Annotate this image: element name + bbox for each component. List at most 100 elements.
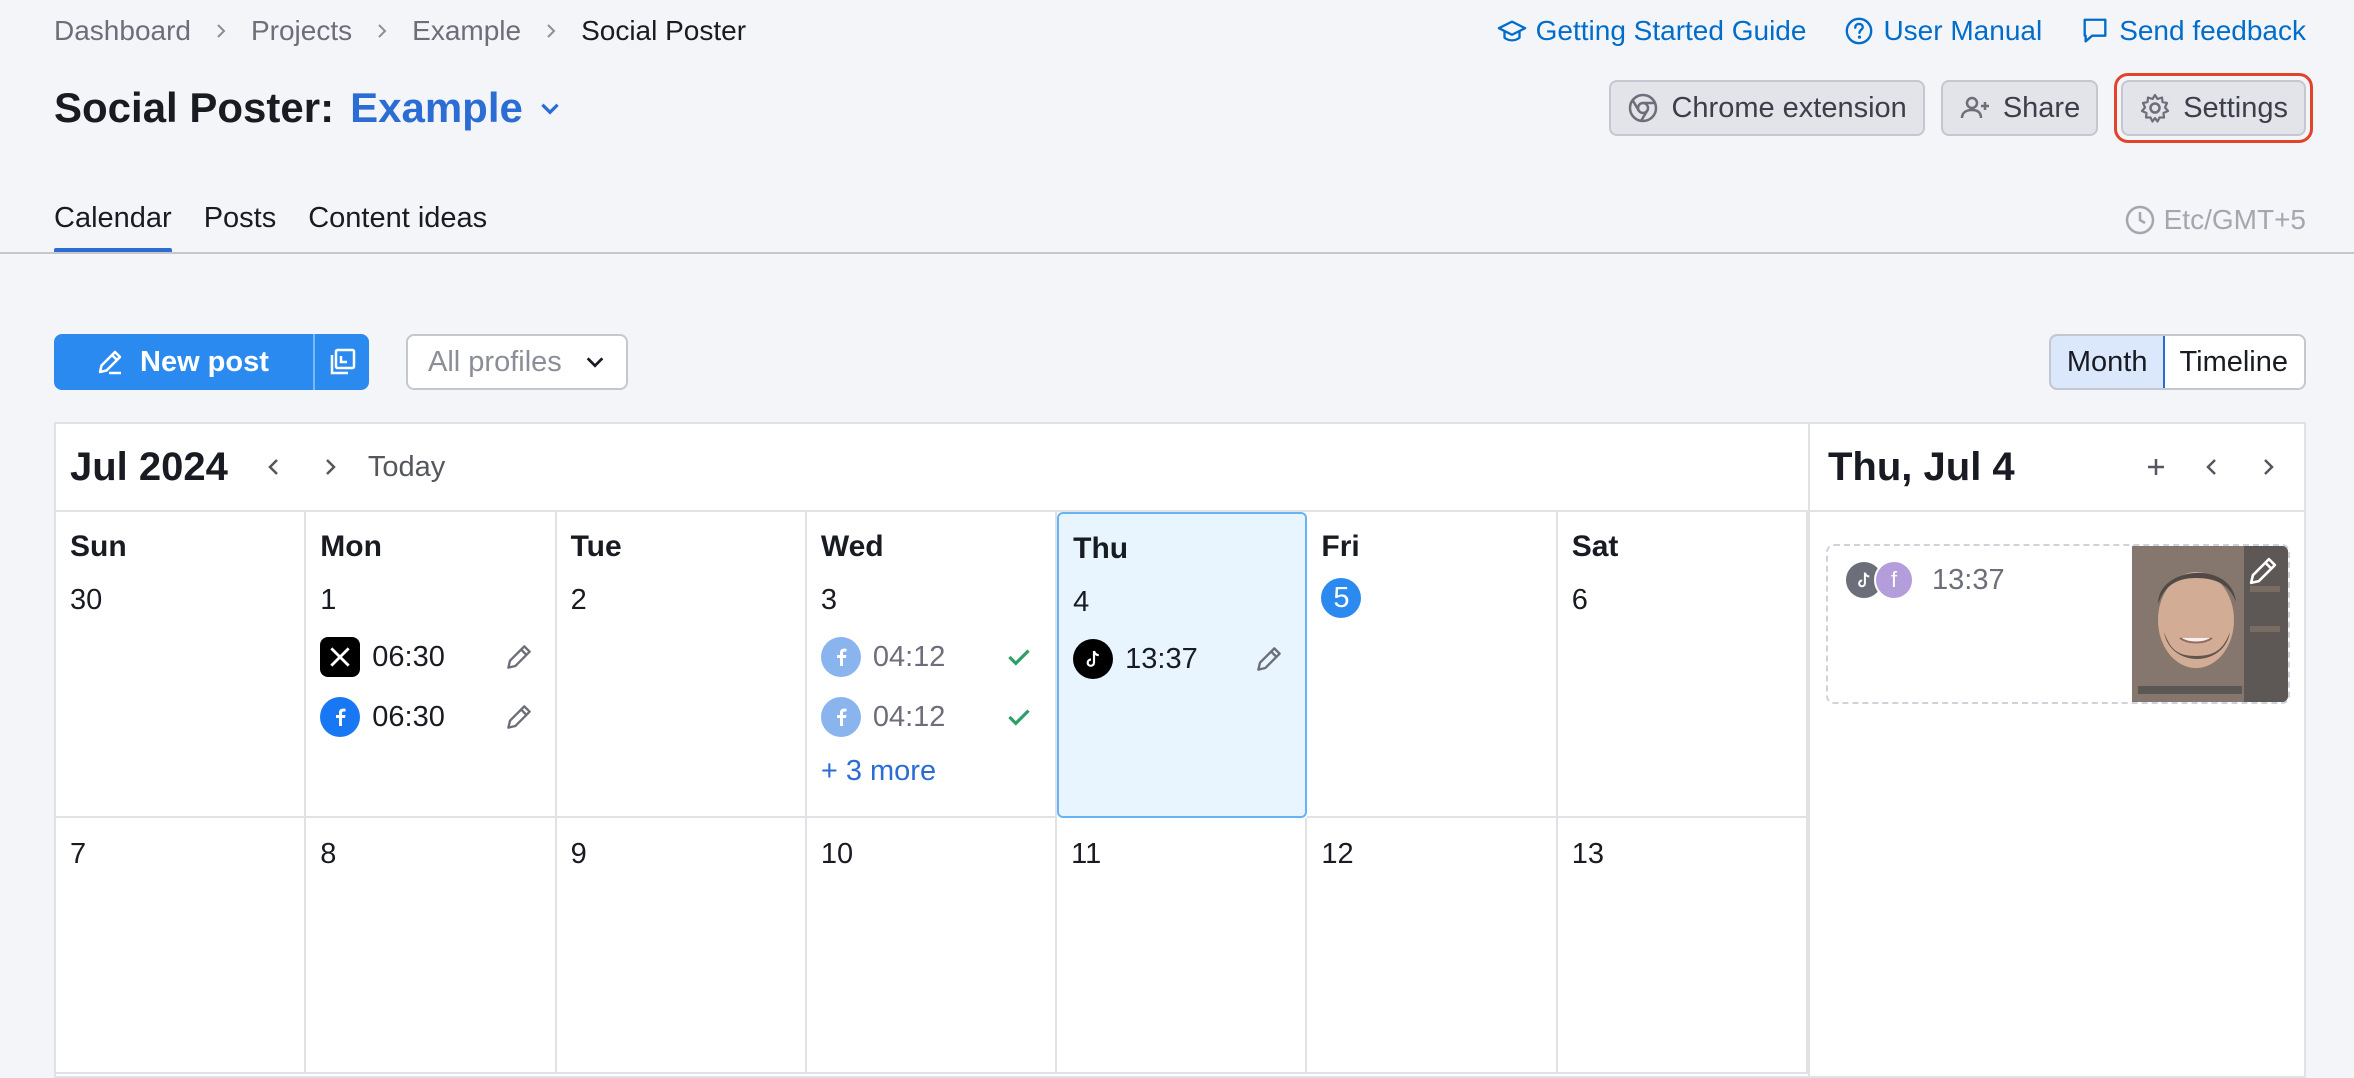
calendar-day-cell[interactable]: Tue 2 <box>556 512 807 818</box>
day-number: 6 <box>1571 584 1588 616</box>
weekday-label: Tue <box>570 530 622 563</box>
day-number: 3 <box>820 584 837 616</box>
timezone[interactable]: Etc/GMT+5 <box>2124 204 2306 236</box>
graduation-cap-icon <box>1497 20 1526 42</box>
calendar-day-cell[interactable]: Wed 3 04:12 04:12 + 3 more <box>806 512 1058 818</box>
breadcrumb-dashboard[interactable]: Dashboard <box>54 15 191 47</box>
top-links: Getting Started Guide User Manual Send f… <box>1497 14 2306 48</box>
view-timeline-button[interactable]: Timeline <box>2163 336 2304 388</box>
calendar-day-cell[interactable]: 7 <box>56 818 307 1074</box>
question-circle-icon <box>1846 17 1873 45</box>
day-number: 10 <box>820 838 854 870</box>
tabs-divider <box>0 252 2354 254</box>
today-day-number: 5 <box>1321 578 1362 618</box>
chrome-extension-button[interactable]: Chrome extension <box>1609 80 1925 136</box>
view-toggle: Month Timeline <box>2048 334 2306 390</box>
page-title: Social Poster: Example <box>54 82 563 134</box>
tab-content-ideas[interactable]: Content ideas <box>308 202 487 249</box>
profile-avatars: f <box>1844 560 1914 600</box>
calendar-week-row: 7 8 9 10 11 12 13 <box>56 818 1808 1074</box>
share-button[interactable]: Share <box>1940 80 2099 136</box>
copy-icon <box>330 348 356 375</box>
breadcrumb-current: Social Poster <box>581 15 747 46</box>
chrome-icon <box>1629 93 1658 123</box>
calendar-day-cell[interactable]: Fri 5 <box>1307 512 1558 818</box>
project-selector[interactable]: Example <box>350 84 563 132</box>
weekday-label: Sun <box>70 530 127 563</box>
facebook-icon <box>320 697 361 737</box>
published-post[interactable]: 04:12 <box>820 697 1041 737</box>
title-prefix: Social Poster: <box>54 84 335 131</box>
new-post-group: New post <box>54 334 369 390</box>
day-detail-header: Thu, Jul 4 <box>1810 424 2304 512</box>
more-posts-link[interactable]: + 3 more <box>821 755 1041 788</box>
video-thumbnail <box>2132 546 2288 702</box>
tab-calendar[interactable]: Calendar <box>54 202 172 253</box>
post-card-info: f 13:37 <box>1828 546 2132 702</box>
scheduled-post[interactable]: 06:30 <box>320 697 540 737</box>
user-manual-link[interactable]: User Manual <box>1844 15 2042 47</box>
calendar-day-cell[interactable]: 11 <box>1057 818 1308 1074</box>
scheduled-post[interactable]: 13:37 <box>1073 639 1291 679</box>
x-twitter-icon <box>320 637 361 677</box>
published-post[interactable]: 04:12 <box>820 637 1041 677</box>
settings-highlight: Settings <box>2114 73 2313 143</box>
plus-icon[interactable] <box>2140 451 2172 483</box>
view-tabs: Calendar Posts Content ideas <box>54 202 487 253</box>
day-number: 2 <box>570 584 587 616</box>
today-button[interactable]: Today <box>368 451 445 484</box>
settings-button[interactable]: Settings <box>2121 80 2306 136</box>
check-icon <box>1001 699 1037 735</box>
calendar-day-cell[interactable]: Sun 30 <box>56 512 307 818</box>
timezone-label: Etc/GMT+5 <box>2163 204 2306 235</box>
chevron-left-icon[interactable] <box>258 451 290 483</box>
day-post-card[interactable]: f 13:37 <box>1826 544 2290 704</box>
profiles-value: All profiles <box>428 345 562 378</box>
profiles-select[interactable]: All profiles <box>406 334 628 390</box>
month-calendar: Jul 2024 Today Sun 30 Mon 1 06:30 06:30 … <box>54 422 1808 1078</box>
chevron-right-icon <box>374 23 390 39</box>
check-icon <box>1001 639 1037 675</box>
calendar-day-cell[interactable]: Mon 1 06:30 06:30 <box>306 512 557 818</box>
edit-post-icon[interactable] <box>501 699 537 735</box>
share-label: Share <box>2002 91 2081 124</box>
calendar-day-cell[interactable]: 9 <box>556 818 807 1074</box>
chevron-right-icon[interactable] <box>2252 451 2284 483</box>
chevron-right-icon <box>213 23 229 39</box>
chevron-right-icon[interactable] <box>314 451 346 483</box>
post-time: 13:37 <box>1125 642 1198 675</box>
send-feedback-link[interactable]: Send feedback <box>2080 15 2306 47</box>
view-month-button[interactable]: Month <box>2050 336 2166 388</box>
calendar-day-cell[interactable]: 10 <box>806 818 1058 1074</box>
header-actions: Chrome extension Share Settings <box>1609 73 2313 143</box>
calendar-day-cell-selected[interactable]: Thu 4 13:37 <box>1057 512 1308 818</box>
calendar-day-cell[interactable]: 12 <box>1307 818 1558 1074</box>
edit-post-icon[interactable] <box>501 639 537 675</box>
project-name: Example <box>350 84 523 131</box>
scheduled-post[interactable]: 06:30 <box>320 637 540 677</box>
edit-post-icon[interactable] <box>1251 641 1287 677</box>
send-feedback-label: Send feedback <box>2119 15 2306 46</box>
day-number: 13 <box>1571 838 1604 870</box>
post-time: 06:30 <box>372 640 445 673</box>
settings-label: Settings <box>2183 91 2288 124</box>
day-number: 8 <box>320 838 337 870</box>
edit-post-icon[interactable] <box>2244 552 2282 590</box>
calendar-day-cell[interactable]: Sat 6 <box>1557 512 1808 818</box>
chrome-extension-label: Chrome extension <box>1671 91 1907 124</box>
getting-started-label: Getting Started Guide <box>1535 15 1807 46</box>
facebook-icon <box>820 637 861 677</box>
chevron-right-icon <box>543 23 559 39</box>
calendar-day-cell[interactable]: 13 <box>1557 818 1808 1074</box>
breadcrumb-example[interactable]: Example <box>412 15 521 47</box>
getting-started-link[interactable]: Getting Started Guide <box>1497 15 1807 47</box>
breadcrumb-projects[interactable]: Projects <box>251 15 352 47</box>
new-post-button[interactable]: New post <box>54 334 313 390</box>
duplicate-post-button[interactable] <box>312 334 369 390</box>
weekday-label: Wed <box>820 530 884 563</box>
profile-avatar: f <box>1874 560 1914 600</box>
chevron-left-icon[interactable] <box>2196 451 2228 483</box>
calendar-day-cell[interactable]: 8 <box>306 818 557 1074</box>
facebook-icon <box>820 697 861 737</box>
tab-posts[interactable]: Posts <box>204 202 277 249</box>
